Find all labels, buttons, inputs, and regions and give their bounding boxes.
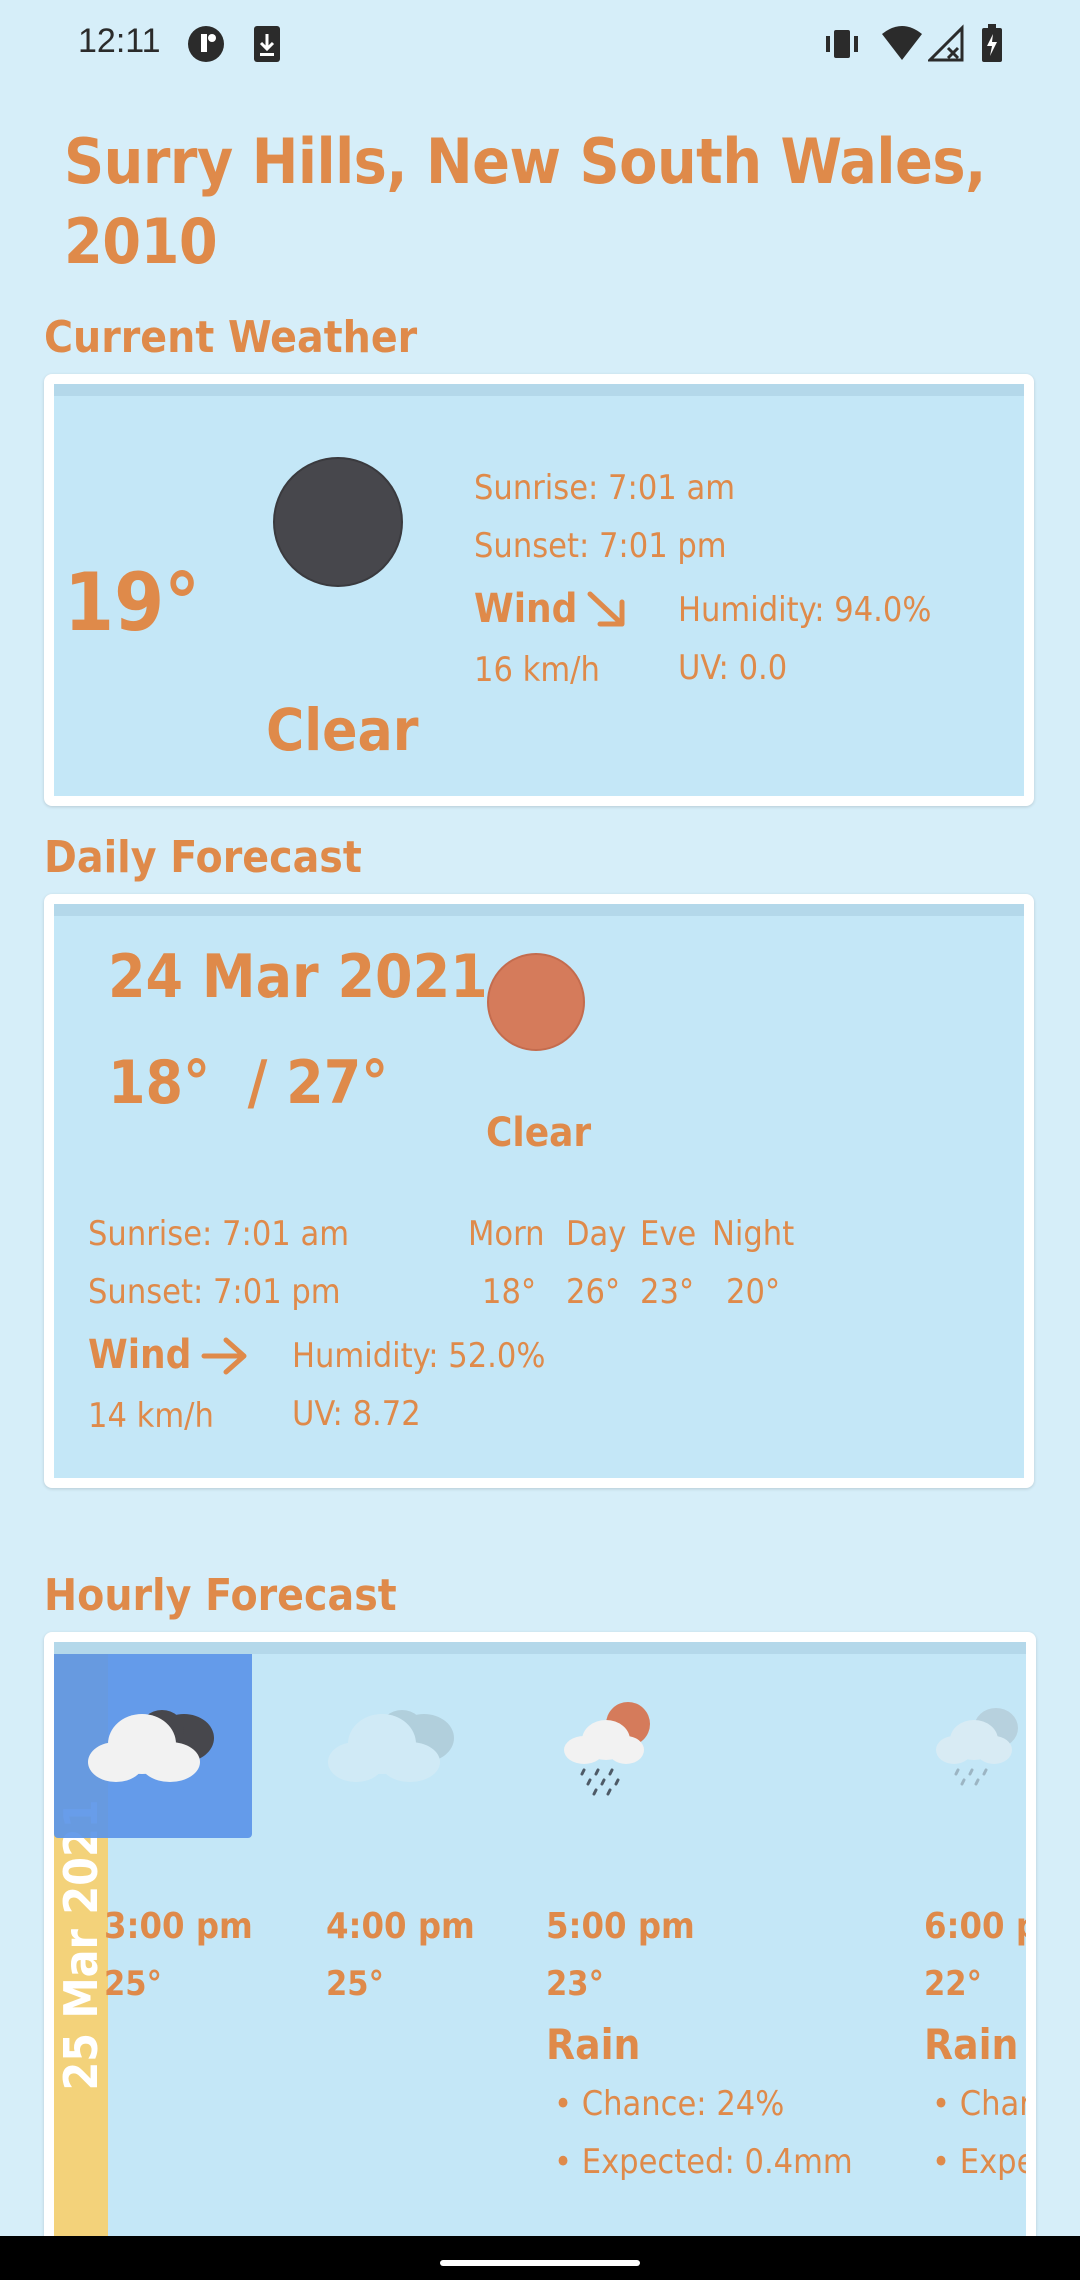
rain-sun-icon [554,1694,664,1808]
current-weather-card-body: 19° Clear Sunrise: 7:01 am Sunset: 7:01 … [54,384,1024,796]
rain-cloud-icon [934,1694,1026,1808]
signal-icon [926,24,964,68]
daily-forecast-card[interactable]: 24 Mar 2021 18° / 27° Clear Sunrise: 7:0… [44,894,1034,1488]
period-temp-night: 20° [726,1272,781,1312]
current-weather-title: Current Weather [44,312,418,363]
hourly-forecast-title: Hourly Forecast [44,1570,397,1621]
navigation-bar [0,2236,1080,2280]
current-sunset: Sunset: 7:01 pm [474,526,727,566]
current-wind-speed: 16 km/h [474,650,600,690]
wind-direction-icon [584,588,630,636]
hour-temp: 25° [326,1964,384,2004]
daily-sunset: Sunset: 7:01 pm [88,1272,341,1312]
hour-rain-title: Rain [546,2020,641,2069]
current-humidity: Humidity: 94.0% [678,590,932,630]
daily-temp-range: 18° / 27° [108,1048,389,1118]
period-label-night: Night [712,1214,795,1254]
hour-temp: 22° [924,1964,982,2004]
hourly-forecast-card: 25 Mar 2021 3:00 pm 25° 4:00 pm 25° 5:00… [44,1632,1036,2252]
daily-forecast-card-body: 24 Mar 2021 18° / 27° Clear Sunrise: 7:0… [54,904,1024,1478]
period-temp-morn: 18° [482,1272,537,1312]
daily-date: 24 Mar 2021 [108,942,488,1012]
period-temp-eve: 23° [640,1272,695,1312]
current-wind-label: Wind [474,586,578,632]
current-uv: UV: 0.0 [678,648,788,688]
daily-sunrise: Sunrise: 7:01 am [88,1214,349,1254]
hour-time: 3:00 pm [104,1906,253,1947]
cloudy-icon [324,1694,464,1798]
hour-rain-chance: • Chance [932,2084,1026,2124]
daily-forecast-title: Daily Forecast [44,832,362,883]
hour-temp: 25° [104,1964,162,2004]
status-bar: 12:11 [0,0,1080,90]
status-time: 12:11 [78,22,161,60]
vibrate-icon [822,24,862,68]
daily-condition: Clear [486,1110,592,1156]
daily-wind-label: Wind [88,1332,192,1378]
sun-icon [486,952,586,1056]
period-label-eve: Eve [640,1214,697,1254]
battery-icon [980,24,1004,68]
current-condition: Clear [266,696,419,764]
moon-icon [272,456,404,592]
period-label-morn: Morn [468,1214,545,1254]
current-sunrise: Sunrise: 7:01 am [474,468,735,508]
hour-rain-chance: • Chance: 24% [554,2084,785,2124]
hour-time: 6:00 pm [924,1906,1026,1947]
daily-uv: UV: 8.72 [292,1394,421,1434]
period-temp-day: 26° [566,1272,621,1312]
hour-temp: 23° [546,1964,604,2004]
hour-rain-expected: • Expected: 0.4mm [554,2142,853,2182]
download-icon [252,24,282,68]
cloudy-night-icon [84,1694,224,1798]
current-temperature: 19° [64,556,201,649]
daily-humidity: Humidity: 52.0% [292,1336,546,1376]
location-title: Surry Hills, New South Wales, 2010 [64,125,986,278]
hour-time: 4:00 pm [326,1906,475,1947]
home-gesture-handle[interactable] [440,2260,640,2266]
current-weather-card: 19° Clear Sunrise: 7:01 am Sunset: 7:01 … [44,374,1034,806]
wifi-icon [880,24,924,68]
hour-rain-title: Rain [924,2020,1019,2069]
period-label-day: Day [566,1214,627,1254]
hour-rain-expected: • Expe [932,2142,1026,2182]
daily-wind-speed: 14 km/h [88,1396,214,1436]
wind-direction-icon [200,1334,250,1382]
hourly-scroll-area[interactable]: 25 Mar 2021 3:00 pm 25° 4:00 pm 25° 5:00… [54,1642,1026,2252]
assistant-icon [186,24,226,68]
hour-time: 5:00 pm [546,1906,695,1947]
